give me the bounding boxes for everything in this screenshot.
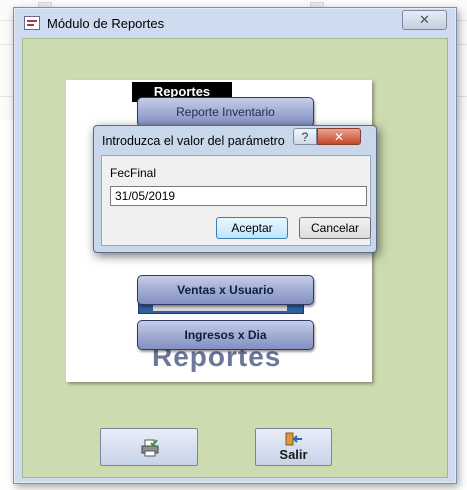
window-title: Módulo de Reportes	[47, 16, 165, 31]
dialog-title: Introduzca el valor del parámetro	[102, 134, 285, 148]
window-close-button[interactable]: ✕	[402, 10, 447, 30]
dialog-body: FecFinal Aceptar Cancelar	[101, 155, 371, 246]
income-by-day-button[interactable]: Ingresos x Dia	[137, 320, 314, 350]
dialog-help-button[interactable]: ?	[293, 128, 317, 145]
parameter-value-input[interactable]	[110, 186, 367, 206]
parameter-dialog: Introduzca el valor del parámetro ? ✕ Fe…	[93, 125, 377, 253]
exit-label: Salir	[279, 447, 308, 462]
print-button[interactable]	[100, 428, 198, 466]
dialog-close-button[interactable]: ✕	[317, 128, 361, 145]
form-icon	[24, 16, 40, 30]
exit-button[interactable]: Salir	[255, 428, 332, 466]
parameter-label: FecFinal	[110, 166, 157, 180]
sales-by-user-button[interactable]: Ventas x Usuario	[137, 275, 314, 305]
form-client-area: Reportes Reporte Inventario Reportes Ven…	[22, 38, 448, 478]
print-icon	[141, 439, 159, 457]
exit-door-icon	[285, 432, 302, 446]
cancel-button[interactable]: Cancelar	[299, 217, 371, 239]
window-titlebar[interactable]: Módulo de Reportes ✕	[14, 8, 456, 38]
report-inventory-button[interactable]: Reporte Inventario	[137, 97, 314, 127]
accept-button[interactable]: Aceptar	[216, 217, 288, 239]
